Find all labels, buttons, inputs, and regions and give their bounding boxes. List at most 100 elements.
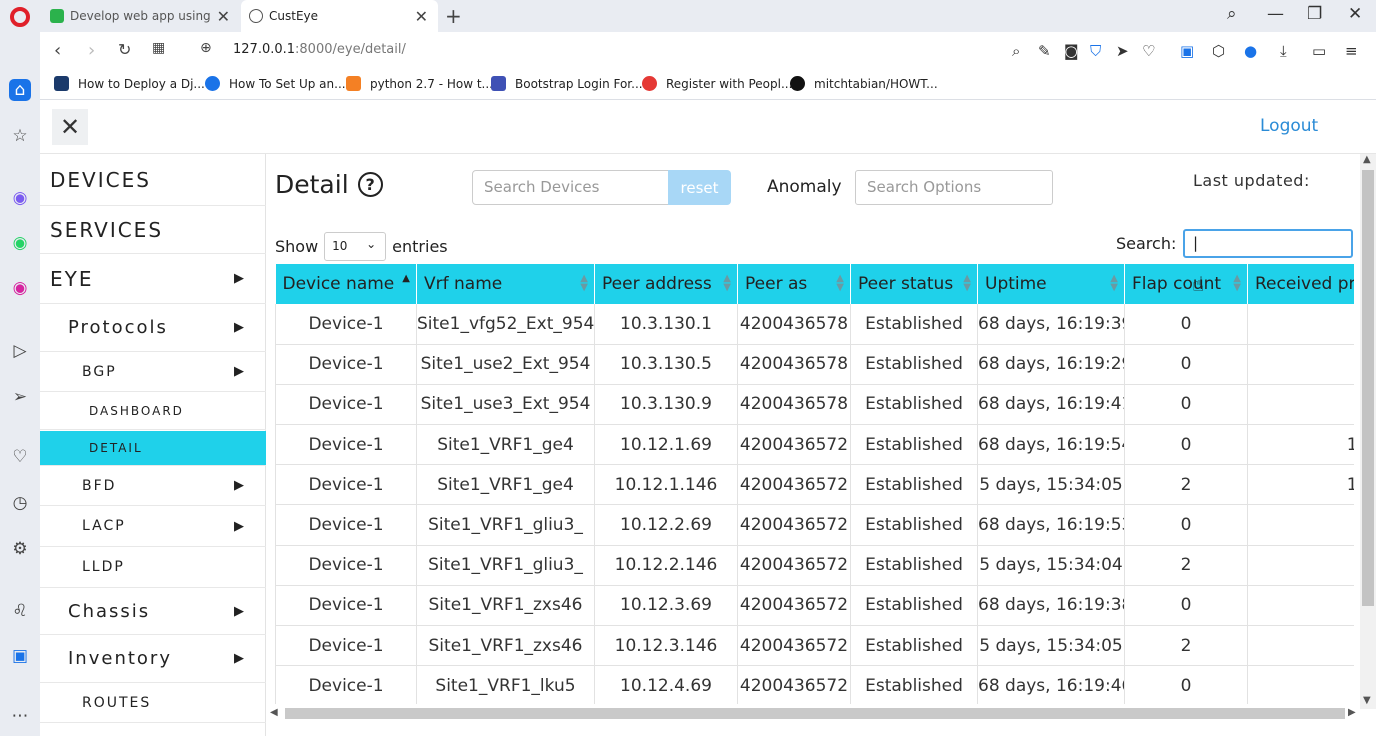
search-devices-input[interactable]: Search Devices bbox=[472, 170, 669, 205]
help-icon[interactable]: ? bbox=[357, 172, 383, 197]
table-row[interactable]: Device-1 Site1_VRF1_lku5 10.12.4.69 4200436… bbox=[275, 665, 1354, 704]
menu-icon[interactable]: ≡ bbox=[1345, 42, 1358, 60]
bookmark-item[interactable]: Bootstrap Login For... bbox=[491, 76, 643, 91]
reset-button[interactable]: reset bbox=[668, 170, 731, 205]
column-header[interactable]: Vrf name ▲ ▼ bbox=[416, 264, 595, 304]
back-icon[interactable]: ‹ bbox=[54, 40, 61, 61]
table-row[interactable]: Device-1 Site1_vfg52_Ext_954 10.3.130.1 420… bbox=[275, 304, 1354, 345]
logout-link[interactable]: Logout bbox=[1260, 116, 1318, 136]
messenger-icon[interactable]: ◉ bbox=[9, 187, 31, 209]
scroll-right-icon[interactable]: ▶ bbox=[1348, 707, 1356, 718]
history-icon[interactable]: ◷ bbox=[9, 492, 31, 514]
translate-extension-icon[interactable]: ▣ bbox=[1180, 42, 1194, 60]
table-search-input[interactable]: | bbox=[1183, 229, 1353, 258]
battery-icon[interactable]: ▭ bbox=[1312, 42, 1326, 60]
more-icon[interactable]: ⋯ bbox=[9, 705, 31, 727]
scroll-up-icon[interactable]: ▲ bbox=[1363, 154, 1371, 165]
bookmark-item[interactable]: How to Deploy a Dj... bbox=[54, 76, 205, 91]
url-field[interactable]: 127.0.0.1:8000/eye/detail/ bbox=[233, 42, 406, 57]
nav-item-devices[interactable]: DEVICES bbox=[40, 154, 266, 206]
camera-icon[interactable]: ◙ bbox=[1064, 42, 1079, 60]
nav-item-chassis[interactable]: Chassis ▶ bbox=[40, 588, 266, 635]
nav-item-inventory[interactable]: Inventory ▶ bbox=[40, 635, 266, 683]
tab-title: Develop web app using dja bbox=[70, 9, 210, 23]
column-header[interactable]: Peer address ▲ ▼ bbox=[594, 264, 738, 304]
lightbulb-icon[interactable]: ♌ bbox=[9, 600, 31, 622]
table-cell: 0 bbox=[1124, 504, 1248, 546]
nav-item-lacp[interactable]: LACP ▶ bbox=[40, 506, 266, 547]
settings-gear-icon[interactable]: ⚙ bbox=[9, 538, 31, 560]
tab-custeye[interactable]: CustEye ✕ bbox=[241, 0, 438, 32]
nav-item-dashboard[interactable]: DASHBOARD bbox=[40, 392, 266, 430]
heart-sidebar-icon[interactable]: ♡ bbox=[9, 446, 31, 468]
translate-sidebar-icon[interactable]: ▣ bbox=[9, 645, 31, 667]
bookmark-item[interactable]: python 2.7 - How t... bbox=[346, 76, 493, 91]
table-row[interactable]: Device-1 Site1_use2_Ext_954 10.3.130.5 4200… bbox=[275, 344, 1354, 385]
table-row[interactable]: Device-1 Site1_VRF1_ge4 10.12.1.69 42004365… bbox=[275, 424, 1354, 466]
whatsapp-icon[interactable]: ◉ bbox=[9, 232, 31, 254]
download-icon[interactable]: ⤓ bbox=[1280, 42, 1287, 60]
scroll-down-icon[interactable]: ▼ bbox=[1363, 695, 1371, 706]
send-sidebar-icon[interactable]: ➢ bbox=[9, 386, 31, 408]
scrollbar-thumb[interactable] bbox=[285, 708, 1345, 719]
player-icon[interactable]: ▷ bbox=[9, 340, 31, 362]
table-cell: Site1_VRF1_zxs46 bbox=[416, 585, 595, 627]
close-icon[interactable]: ✕ bbox=[52, 109, 88, 145]
nav-item-bgp[interactable]: BGP ▶ bbox=[40, 352, 266, 392]
column-header[interactable]: Peer status ▲ ▼ bbox=[850, 264, 978, 304]
bookmarks-star-icon[interactable]: ☆ bbox=[9, 125, 31, 147]
column-header[interactable]: Received pre bbox=[1247, 264, 1354, 304]
opera-logo-icon[interactable] bbox=[10, 7, 30, 27]
extensions-cube-icon[interactable]: ⬡ bbox=[1212, 42, 1225, 60]
scrollbar-thumb[interactable] bbox=[1362, 170, 1374, 606]
search-tabs-icon[interactable]: ⌕ bbox=[1227, 4, 1237, 24]
tab-close-icon[interactable]: ✕ bbox=[217, 7, 230, 26]
table-row[interactable]: Device-1 Site1_use3_Ext_954 10.3.130.9 4200… bbox=[275, 384, 1354, 426]
minimize-icon[interactable]: — bbox=[1267, 4, 1284, 24]
edit-icon[interactable]: ✎ bbox=[1038, 42, 1051, 60]
horizontal-scrollbar[interactable]: ◀ ▶ bbox=[40, 701, 1360, 721]
vertical-scrollbar[interactable]: ▲ ▼ bbox=[1360, 154, 1376, 709]
site-info-icon[interactable]: ⊕ bbox=[200, 40, 212, 56]
heart-icon[interactable]: ♡ bbox=[1142, 42, 1155, 60]
table-row[interactable]: Device-1 Site1_VRF1_ge4 10.12.1.146 4200436… bbox=[275, 464, 1354, 506]
column-header[interactable]: Peer as ▲ ▼ bbox=[737, 264, 851, 304]
table-search-label: Search: bbox=[1116, 234, 1177, 253]
speed-dial-icon[interactable]: ▦ bbox=[152, 40, 165, 56]
home-icon[interactable]: ⌂ bbox=[9, 79, 31, 101]
restore-icon[interactable]: ❐ bbox=[1307, 4, 1322, 24]
zoom-icon[interactable]: ⌕ bbox=[1012, 42, 1020, 60]
scroll-left-icon[interactable]: ◀ bbox=[270, 707, 278, 718]
tab-close-icon[interactable]: ✕ bbox=[415, 7, 428, 26]
entries-select[interactable]: 10 ⌄ bbox=[324, 232, 387, 261]
nav-item-lldp[interactable]: LLDP bbox=[40, 547, 266, 588]
window-close-icon[interactable]: ✕ bbox=[1348, 4, 1362, 24]
send-icon[interactable]: ➤ bbox=[1116, 42, 1129, 60]
column-header[interactable]: Uptime ▲ ▼ bbox=[977, 264, 1125, 304]
forward-icon[interactable]: › bbox=[88, 40, 95, 61]
column-header[interactable]: Device name ▲ bbox=[275, 264, 417, 304]
column-header[interactable]: Flap count ▲ ▼ bbox=[1124, 264, 1248, 304]
new-tab-icon[interactable]: + bbox=[445, 4, 462, 28]
nav-item-eye[interactable]: EYE ▶ bbox=[40, 254, 266, 304]
table-row[interactable]: Device-1 Site1_VRF1_gliu3_ 10.12.2.69 42004… bbox=[275, 504, 1354, 546]
column-header-label: Uptime bbox=[985, 274, 1047, 294]
table-row[interactable]: Device-1 Site1_VRF1_gliu3_ 10.12.2.146 4200… bbox=[275, 545, 1354, 586]
expand-arrow-icon: ▶ bbox=[234, 271, 246, 286]
profile-avatar-icon[interactable]: ● bbox=[1244, 42, 1257, 60]
bookmark-item[interactable]: Register with Peopl... bbox=[642, 76, 792, 91]
nav-item-protocols[interactable]: Protocols ▶ bbox=[40, 304, 266, 352]
search-options-input[interactable]: Search Options bbox=[855, 170, 1053, 205]
table-row[interactable]: Device-1 Site1_VRF1_zxs46 10.12.3.146 42004… bbox=[275, 625, 1354, 667]
tab-develop-web-app[interactable]: Develop web app using dja ✕ bbox=[42, 0, 240, 32]
bookmark-item[interactable]: How To Set Up an... bbox=[205, 76, 346, 91]
page-title: Detail ? bbox=[275, 170, 383, 199]
bookmark-item[interactable]: mitchtabian/HOWT... bbox=[790, 76, 938, 91]
table-row[interactable]: Device-1 Site1_VRF1_zxs46 10.12.3.69 420043… bbox=[275, 585, 1354, 627]
nav-item-bfd[interactable]: BFD ▶ bbox=[40, 466, 266, 506]
instagram-icon[interactable]: ◉ bbox=[9, 277, 31, 299]
reload-icon[interactable]: ↻ bbox=[118, 40, 131, 59]
shield-icon[interactable]: ⛉ bbox=[1090, 42, 1101, 60]
nav-item-detail[interactable]: DETAIL bbox=[40, 431, 266, 466]
nav-item-services[interactable]: SERVICES bbox=[40, 206, 266, 254]
